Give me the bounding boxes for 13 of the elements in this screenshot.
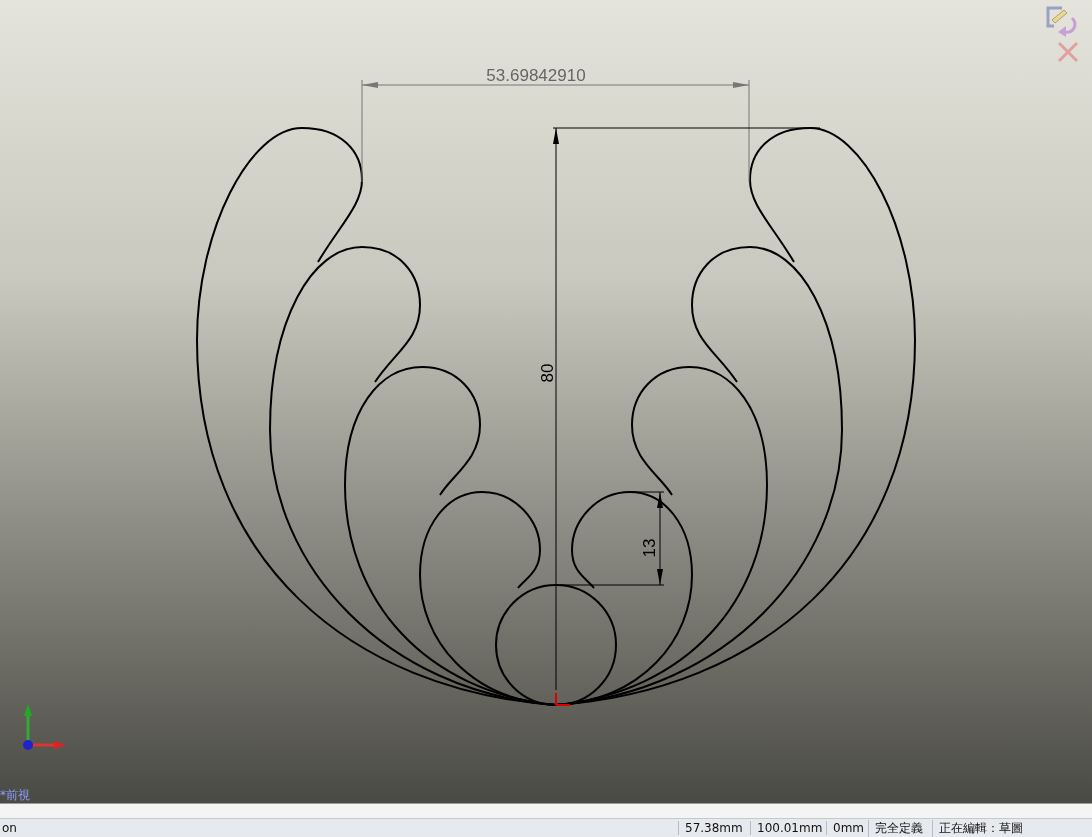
status-field: 0mm (826, 821, 868, 835)
status-field: 100.01mm (750, 821, 826, 835)
status-text: on (1, 821, 18, 835)
dimension-value[interactable]: 13 (640, 538, 659, 558)
extension-line (631, 491, 665, 493)
view-label: *前視 (0, 788, 30, 802)
dimension-value[interactable]: 53.69842910 (486, 66, 586, 85)
status-field: 完全定義 (868, 819, 932, 837)
status-field: 57.38mm (678, 821, 750, 835)
axis-triad-icon (23, 704, 66, 750)
status-field: 正在編輯：草圖 (932, 819, 1092, 837)
dimension-value[interactable]: 80 (538, 363, 557, 383)
origin-icon (555, 692, 571, 706)
